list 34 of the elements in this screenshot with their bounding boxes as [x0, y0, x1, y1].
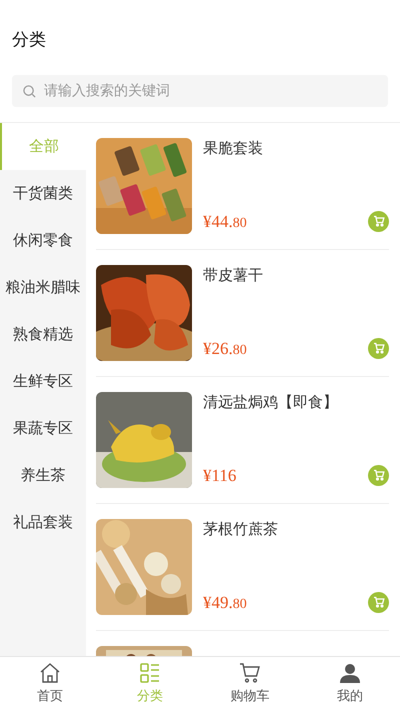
product-price: ¥26.80	[203, 338, 247, 360]
add-to-cart-button[interactable]	[368, 464, 389, 486]
category-item[interactable]: 养生茶	[0, 452, 86, 499]
category-item[interactable]: 休闲零食	[0, 217, 86, 264]
tab-bar-item[interactable]: 购物车	[200, 657, 300, 711]
product-name[interactable]: 清远盐焗鸡【即食】	[203, 392, 389, 412]
cart-icon	[372, 596, 384, 608]
add-to-cart-button[interactable]	[368, 338, 389, 359]
tab-bar-item[interactable]: 首页	[0, 657, 100, 711]
category-item[interactable]: 粮油米腊味	[0, 264, 86, 311]
category-item[interactable]: 果蔬专区	[0, 405, 86, 452]
home-icon	[39, 662, 61, 684]
add-to-cart-button[interactable]	[368, 210, 389, 232]
cart-icon	[372, 342, 384, 354]
product-price: ¥49.80	[203, 592, 247, 614]
cart-icon	[372, 215, 384, 228]
cart-icon	[372, 469, 384, 482]
cart-icon	[239, 662, 261, 684]
search-icon	[23, 85, 36, 98]
category-item[interactable]: 礼品套装	[0, 499, 86, 546]
search-field[interactable]: 请输入搜索的关键词	[12, 75, 388, 107]
user-icon	[339, 662, 361, 684]
product-name[interactable]: 带皮薯干	[203, 265, 389, 285]
category-item[interactable]: 生鲜专区	[0, 358, 86, 405]
product-price: ¥44.80	[203, 210, 247, 232]
product-name[interactable]: 茅根竹蔗茶	[203, 519, 389, 539]
tab-bar-item[interactable]: 我的	[300, 657, 400, 711]
category-icon	[139, 662, 161, 684]
product-name[interactable]: 果脆套装	[203, 138, 389, 158]
add-to-cart-button[interactable]	[368, 592, 389, 613]
product-price: ¥116	[203, 464, 236, 486]
page-title: 分类	[12, 30, 46, 50]
category-item[interactable]: 熟食精选	[0, 311, 86, 358]
category-item[interactable]: 干货菌类	[0, 170, 86, 217]
